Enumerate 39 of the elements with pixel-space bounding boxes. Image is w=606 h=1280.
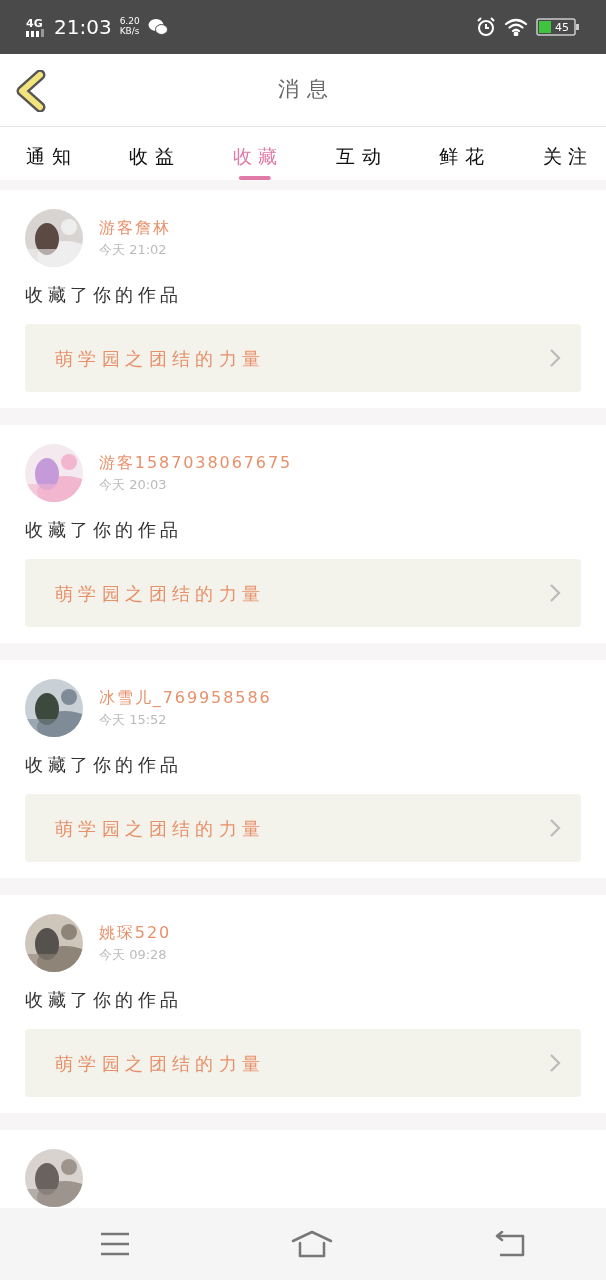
page-title: 消息 xyxy=(277,76,337,104)
tab[interactable]: 互动 xyxy=(336,135,388,180)
chat-bubbles-icon xyxy=(147,18,168,36)
speed-value: 6.20 xyxy=(119,17,140,27)
chevron-right-icon xyxy=(549,583,561,603)
message-text: 收藏了你的作品 xyxy=(25,988,184,1012)
chevron-right-icon xyxy=(549,818,561,838)
work-link[interactable]: 萌学园之团结的力量 xyxy=(25,324,581,392)
tab[interactable]: 收益 xyxy=(129,135,181,180)
work-link[interactable]: 萌学园之团结的力量 xyxy=(25,1029,581,1097)
tab[interactable]: 鲜花 xyxy=(439,135,491,180)
user-name[interactable]: 姚琛520 xyxy=(99,921,172,946)
user-name[interactable]: 游客1587038067675 xyxy=(99,451,293,476)
user-name[interactable]: 冰雪儿_769958586 xyxy=(99,686,272,711)
message-time: 今天 09:28 xyxy=(99,946,168,965)
tab[interactable]: 通知 xyxy=(26,135,78,180)
wifi-icon xyxy=(504,18,528,36)
back-button[interactable] xyxy=(14,70,46,112)
home-button[interactable] xyxy=(291,1230,333,1258)
menu-button[interactable] xyxy=(100,1231,130,1257)
message-text: 收藏了你的作品 xyxy=(25,518,184,542)
clock-time: 21:03 xyxy=(54,14,112,41)
signal-indicator: 4G xyxy=(26,17,46,37)
chevron-right-icon xyxy=(549,1053,561,1073)
alarm-icon xyxy=(476,17,496,37)
speed-unit: KB/s xyxy=(119,27,140,37)
user-name[interactable]: 游客詹林 xyxy=(99,216,171,241)
message-time: 今天 21:02 xyxy=(99,241,168,260)
message-time: 今天 20:03 xyxy=(99,476,168,495)
work-link[interactable]: 萌学园之团结的力量 xyxy=(25,559,581,627)
tab[interactable]: 收藏 xyxy=(232,135,284,180)
tab[interactable]: 关注 xyxy=(542,135,594,180)
message-time: 今天 15:52 xyxy=(99,711,168,730)
chevron-right-icon xyxy=(549,348,561,368)
message-text: 收藏了你的作品 xyxy=(25,753,184,777)
battery-indicator: 45 xyxy=(536,18,580,36)
message-text: 收藏了你的作品 xyxy=(25,283,184,307)
work-link[interactable]: 萌学园之团结的力量 xyxy=(25,794,581,862)
back-nav-button[interactable] xyxy=(494,1231,526,1257)
